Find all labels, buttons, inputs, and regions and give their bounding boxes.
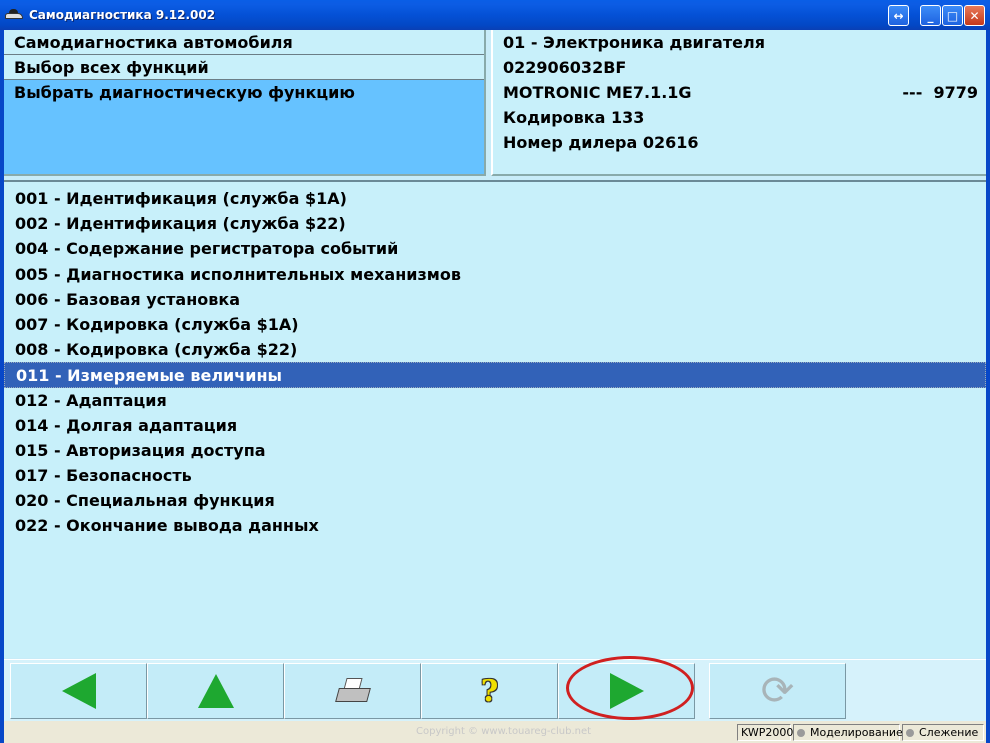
arrow-left-icon: [61, 673, 96, 709]
ecu-part-number: 022906032BF: [503, 58, 627, 77]
list-item[interactable]: 017 - Безопасность: [4, 463, 986, 488]
printer-icon: [334, 678, 371, 704]
list-item[interactable]: 001 - Идентификация (служба $1A): [4, 186, 986, 211]
ecu-info-panel: 01 - Электроника двигателя 022906032BF M…: [491, 30, 986, 176]
nav-item-all-functions[interactable]: Выбор всех функций: [4, 55, 484, 80]
back-button[interactable]: [10, 663, 147, 719]
ecu-dealer: Номер дилера 02616: [503, 133, 699, 152]
refresh-button[interactable]: ⟳: [709, 663, 846, 719]
simulation-label: Моделирование: [810, 726, 903, 739]
tracking-label: Слежение: [919, 726, 979, 739]
title-bar: Самодиагностика 9.12.002 ↔ _ □ ✕: [0, 0, 990, 30]
car-icon: [5, 9, 23, 21]
window-title: Самодиагностика 9.12.002: [29, 8, 216, 22]
restore-size-button[interactable]: ↔: [888, 5, 909, 26]
ecu-coding: Кодировка 133: [503, 108, 645, 127]
help-icon: ?: [480, 673, 499, 709]
close-button[interactable]: ✕: [964, 5, 985, 26]
ecu-component-extra: --- 9779: [902, 83, 978, 102]
list-item[interactable]: 005 - Диагностика исполнительных механиз…: [4, 262, 986, 287]
tracking-status: Слежение: [902, 724, 984, 741]
status-dot-icon: [797, 729, 805, 737]
watermark-text: Copyright © www.touareg-club.net: [416, 726, 592, 737]
list-item[interactable]: 020 - Специальная функция: [4, 488, 986, 513]
list-item[interactable]: 002 - Идентификация (служба $22): [4, 211, 986, 236]
toolbar: ? ⟳: [4, 659, 986, 721]
ecu-address: 01 - Электроника двигателя: [503, 33, 765, 52]
ecu-component-row: MOTRONIC ME7.1.1G --- 9779: [493, 80, 986, 105]
refresh-icon: ⟳: [760, 668, 795, 714]
status-dot-icon: [906, 729, 914, 737]
list-item[interactable]: 012 - Адаптация: [4, 388, 986, 413]
list-item-selected[interactable]: 011 - Измеряемые величины: [4, 362, 986, 388]
ecu-component: MOTRONIC ME7.1.1G: [503, 83, 692, 102]
function-list: 001 - Идентификация (служба $1A) 002 - И…: [4, 180, 986, 658]
minimize-button[interactable]: _: [920, 5, 941, 26]
list-item[interactable]: 006 - Базовая установка: [4, 287, 986, 312]
status-bar: Copyright © www.touareg-club.net KWP2000…: [4, 721, 986, 743]
help-button[interactable]: ?: [421, 663, 558, 719]
arrow-up-icon: [197, 674, 234, 708]
nav-item-self-diagnosis[interactable]: Самодиагностика автомобиля: [4, 30, 484, 55]
up-button[interactable]: [147, 663, 284, 719]
list-item[interactable]: 008 - Кодировка (служба $22): [4, 337, 986, 362]
arrow-right-icon: [609, 673, 644, 709]
protocol-status: KWP2000: [737, 724, 793, 741]
maximize-button[interactable]: □: [942, 5, 963, 26]
list-item[interactable]: 004 - Содержание регистратора событий: [4, 236, 986, 261]
print-button[interactable]: [284, 663, 421, 719]
list-item[interactable]: 022 - Окончание вывода данных: [4, 513, 986, 538]
next-button[interactable]: [558, 663, 695, 719]
nav-item-select-function[interactable]: Выбрать диагностическую функцию: [4, 80, 484, 174]
simulation-status: Моделирование: [793, 724, 903, 741]
list-item[interactable]: 014 - Долгая адаптация: [4, 413, 986, 438]
navigation-panel: Самодиагностика автомобиля Выбор всех фу…: [4, 30, 486, 176]
list-item[interactable]: 007 - Кодировка (служба $1A): [4, 312, 986, 337]
list-item[interactable]: 015 - Авторизация доступа: [4, 438, 986, 463]
